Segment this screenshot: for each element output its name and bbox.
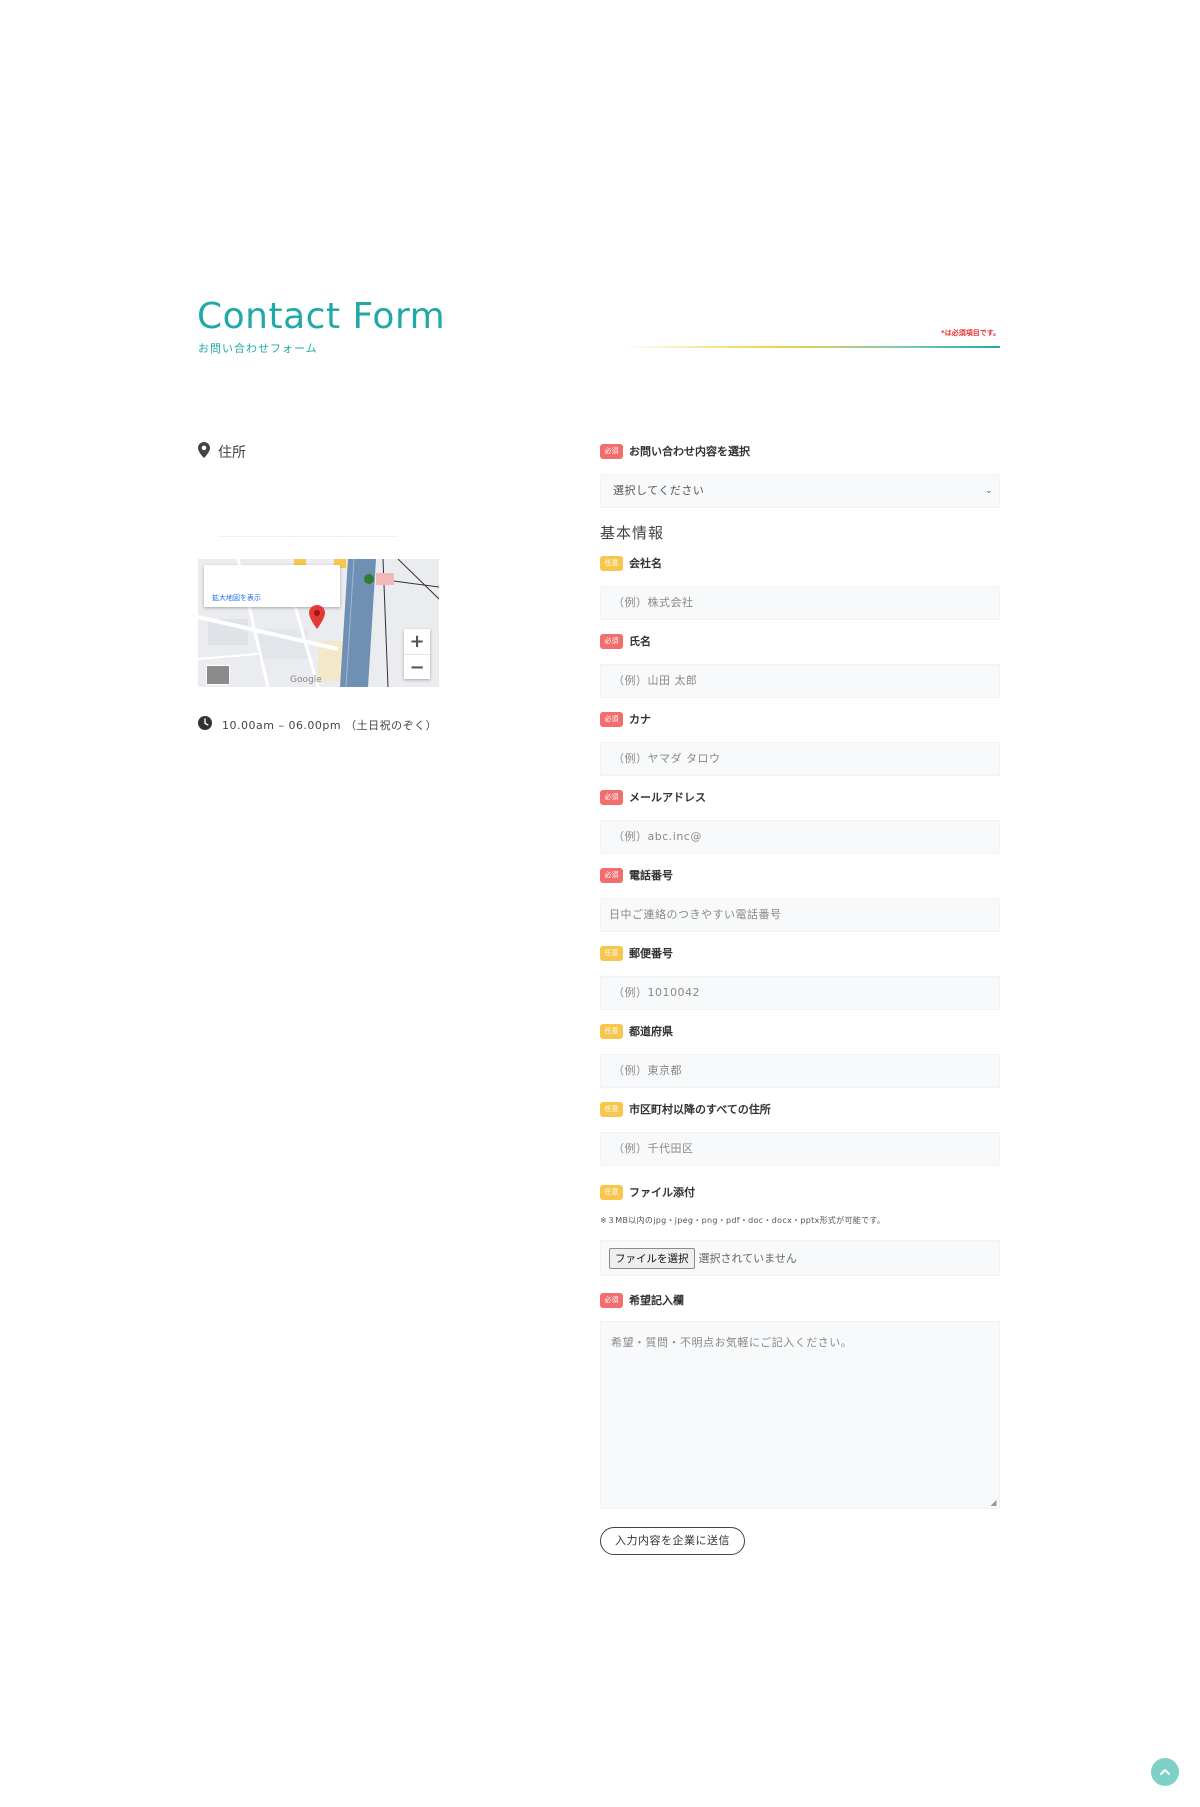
inquiry-type-label: 必須 お問い合わせ内容を選択 bbox=[600, 443, 750, 459]
required-badge: 必須 bbox=[600, 789, 623, 805]
address-row: 住所 bbox=[198, 442, 246, 462]
address-detail-label: 任意 市区町村以降のすべての住所 bbox=[600, 1101, 771, 1117]
company-input[interactable]: （例）株式会社 bbox=[600, 586, 1000, 620]
map-open-larger-link[interactable]: 拡大地図を表示 bbox=[212, 593, 261, 603]
kana-input[interactable]: （例）ヤマダ タロウ bbox=[600, 742, 1000, 776]
company-label: 任意 会社名 bbox=[600, 555, 662, 571]
map-zoom-out-button[interactable]: − bbox=[404, 654, 430, 679]
required-note: *は必須項目です。 bbox=[941, 329, 1000, 337]
map-embed[interactable]: 拡大地図を表示 + − Google bbox=[198, 559, 439, 687]
required-badge: 必須 bbox=[600, 633, 623, 649]
zip-label: 任意 郵便番号 bbox=[600, 945, 673, 961]
page-subtitle: お問い合わせフォーム bbox=[198, 342, 318, 355]
location-pin-icon bbox=[198, 442, 210, 462]
business-hours: 10.00am – 06.00pm （土日祝のぞく） bbox=[198, 716, 437, 733]
email-input[interactable]: （例）abc.inc@ bbox=[600, 820, 1000, 854]
message-label: 必須 希望記入欄 bbox=[600, 1292, 684, 1308]
chevron-up-icon bbox=[1160, 1769, 1170, 1775]
map-streetview-thumbnail[interactable] bbox=[206, 665, 230, 685]
clock-icon bbox=[198, 716, 212, 733]
header-divider bbox=[620, 346, 1000, 348]
name-input[interactable]: （例）山田 太郎 bbox=[600, 664, 1000, 698]
map-marker-icon[interactable] bbox=[309, 605, 325, 629]
section-heading-basic-info: 基本情報 bbox=[600, 524, 665, 542]
map-info-card: 拡大地図を表示 bbox=[204, 565, 340, 607]
name-label: 必須 氏名 bbox=[600, 633, 651, 649]
prefecture-input[interactable]: （例）東京都 bbox=[600, 1054, 1000, 1088]
resize-grip-icon[interactable]: ◢ bbox=[990, 1498, 997, 1507]
divider bbox=[218, 536, 398, 537]
kana-label: 必須 カナ bbox=[600, 711, 651, 727]
contact-page: Contact Form お問い合わせフォーム *は必須項目です。 住所 拡大地… bbox=[0, 0, 1200, 1807]
email-label: 必須 メールアドレス bbox=[600, 789, 706, 805]
required-badge: 必須 bbox=[600, 1292, 623, 1308]
inquiry-type-select[interactable]: 選択してください ⌄ bbox=[600, 474, 1000, 508]
attachment-label: 任意 ファイル添付 bbox=[600, 1184, 695, 1200]
hours-text: 10.00am – 06.00pm （土日祝のぞく） bbox=[222, 718, 438, 732]
map-zoom-controls: + − bbox=[404, 629, 430, 679]
optional-badge: 任意 bbox=[600, 1101, 623, 1117]
scroll-to-top-button[interactable] bbox=[1151, 1758, 1179, 1786]
chevron-down-icon: ⌄ bbox=[984, 486, 993, 496]
optional-badge: 任意 bbox=[600, 1184, 623, 1200]
message-textarea[interactable]: 希望・質問・不明点お気軽にご記入ください。 ◢ bbox=[600, 1321, 1000, 1509]
prefecture-label: 任意 都道府県 bbox=[600, 1023, 673, 1039]
zip-input[interactable]: （例）1010042 bbox=[600, 976, 1000, 1010]
map-zoom-in-button[interactable]: + bbox=[404, 629, 430, 654]
map-attribution: Google bbox=[290, 675, 322, 685]
optional-badge: 任意 bbox=[600, 555, 623, 571]
required-badge: 必須 bbox=[600, 711, 623, 727]
optional-badge: 任意 bbox=[600, 1023, 623, 1039]
choose-file-button[interactable]: ファイルを選択 bbox=[609, 1247, 695, 1269]
attachment-note: ※３MB以内のjpg・jpeg・png・pdf・doc・docx・pptx形式が… bbox=[600, 1216, 886, 1225]
file-status: 選択されていません bbox=[698, 1252, 797, 1265]
submit-button[interactable]: 入力内容を企業に送信 bbox=[600, 1527, 745, 1555]
optional-badge: 任意 bbox=[600, 945, 623, 961]
address-detail-input[interactable]: （例）千代田区 bbox=[600, 1132, 1000, 1166]
address-label: 住所 bbox=[218, 445, 246, 461]
file-upload: ファイルを選択 選択されていません bbox=[600, 1240, 1000, 1276]
required-badge: 必須 bbox=[600, 443, 623, 459]
required-badge: 必須 bbox=[600, 867, 623, 883]
phone-label: 必須 電話番号 bbox=[600, 867, 673, 883]
page-title: Contact Form bbox=[197, 296, 446, 337]
phone-input[interactable]: 日中ご連絡のつきやすい電話番号 bbox=[600, 898, 1000, 932]
